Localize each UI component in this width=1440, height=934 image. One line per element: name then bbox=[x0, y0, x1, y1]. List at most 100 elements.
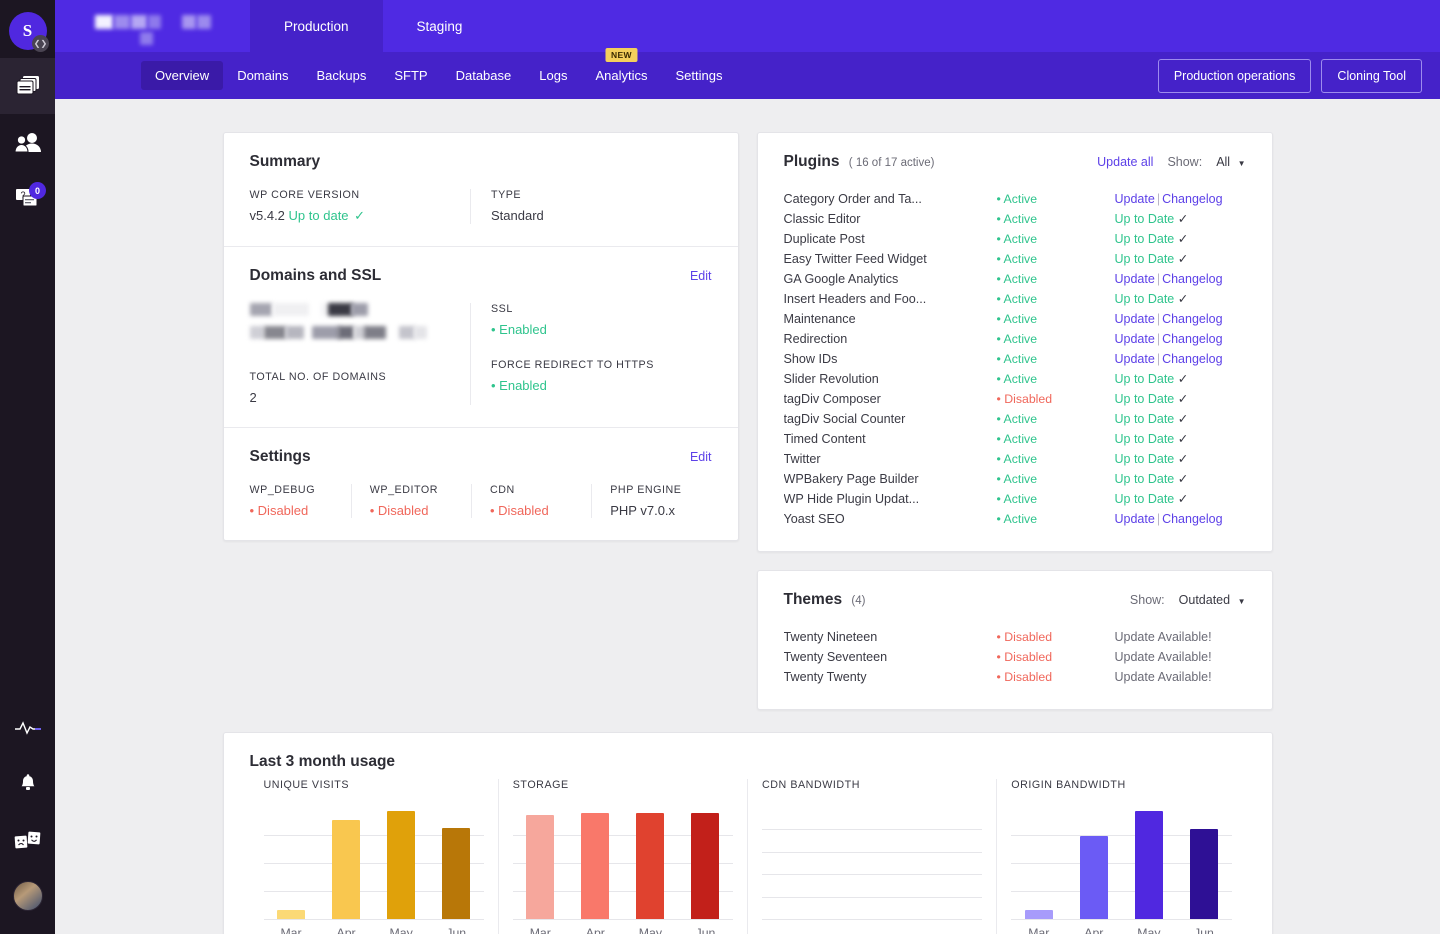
plugin-update-link[interactable]: Update bbox=[1115, 312, 1155, 326]
tab-backups[interactable]: Backups bbox=[302, 61, 380, 90]
plugin-name: Slider Revolution bbox=[783, 372, 879, 386]
plugins-show-dropdown[interactable]: All ▼ bbox=[1216, 155, 1245, 169]
plugin-action[interactable]: Update | Changelog bbox=[1115, 311, 1246, 327]
chart-title: ORIGIN BANDWIDTH bbox=[1011, 779, 1126, 791]
themes-count: (4) bbox=[851, 595, 866, 607]
theme-update-available[interactable]: Update Available! bbox=[1115, 649, 1246, 665]
plugins-list: Category Order and Ta...ActiveUpdate|Cha… bbox=[784, 189, 1246, 529]
gridline bbox=[512, 919, 733, 920]
plugin-action[interactable]: Up to Date ✓ bbox=[1115, 391, 1246, 407]
sidebar-item-users[interactable] bbox=[0, 114, 55, 170]
theme-name: Twenty Nineteen bbox=[783, 630, 878, 644]
plugin-changelog-link[interactable]: Changelog bbox=[1162, 312, 1222, 326]
tab-overview[interactable]: Overview bbox=[141, 61, 224, 90]
plugin-action[interactable]: Up to Date ✓ bbox=[1115, 451, 1246, 467]
chart-bar bbox=[387, 811, 416, 919]
chart-bars bbox=[513, 807, 733, 919]
sidebar-item-help[interactable]: ? 0 bbox=[0, 170, 55, 226]
plugin-update-link[interactable]: Update bbox=[1115, 352, 1155, 366]
domains-edit-link[interactable]: Edit bbox=[690, 269, 712, 283]
chart-bar-cell bbox=[1066, 807, 1121, 919]
chart-x-label: Mar bbox=[529, 926, 551, 934]
wp-debug-block: WP_DEBUG Disabled bbox=[250, 484, 351, 518]
plugin-action[interactable]: Update | Changelog bbox=[1115, 351, 1246, 367]
plugin-action[interactable]: Up to Date ✓ bbox=[1115, 211, 1246, 227]
plugin-action[interactable]: Up to Date ✓ bbox=[1115, 251, 1246, 267]
sidebar-item-sites[interactable] bbox=[0, 58, 55, 114]
plugin-name: Timed Content bbox=[783, 432, 866, 446]
plugins-show-label: Show: bbox=[1167, 155, 1203, 169]
users-icon bbox=[14, 133, 41, 152]
sidebar-item-notifications[interactable] bbox=[0, 756, 55, 812]
code-icon[interactable]: ❮❯ bbox=[32, 35, 49, 52]
sidebar-item-status[interactable] bbox=[0, 700, 55, 756]
sidebar-item-feedback[interactable] bbox=[0, 812, 55, 868]
plugin-row: tagDiv Composer DisabledUp to Date ✓ bbox=[784, 389, 1246, 409]
cloning-tool-button[interactable]: Cloning Tool bbox=[1321, 58, 1422, 93]
plugin-action[interactable]: Up to Date ✓ bbox=[1115, 411, 1246, 427]
summary-section: Summary WP CORE VERSION v5.4.2 Up to dat… bbox=[224, 133, 738, 246]
plugin-update-link[interactable]: Update bbox=[1115, 332, 1155, 346]
sites-icon bbox=[16, 76, 39, 95]
tab-database[interactable]: Database bbox=[442, 61, 526, 90]
type-block: TYPE Standard bbox=[470, 189, 712, 224]
plugin-changelog-link[interactable]: Changelog bbox=[1162, 512, 1222, 526]
plugin-action[interactable]: Update | Changelog bbox=[1115, 331, 1246, 347]
plugin-update-link[interactable]: Update bbox=[1115, 192, 1155, 206]
usage-header: Last 3 month usage bbox=[224, 733, 1272, 775]
plugin-action[interactable]: Update | Changelog bbox=[1115, 511, 1246, 527]
env-tab-staging[interactable]: Staging bbox=[383, 0, 497, 52]
plugin-name: WP Hide Plugin Updat... bbox=[783, 492, 920, 506]
themes-show-dropdown[interactable]: Outdated ▼ bbox=[1179, 593, 1246, 607]
plugin-action[interactable]: Up to Date ✓ bbox=[1115, 371, 1246, 387]
tab-analytics[interactable]: NEW Analytics bbox=[581, 48, 661, 90]
tab-domains[interactable]: Domains bbox=[223, 61, 302, 90]
tab-logs[interactable]: Logs bbox=[525, 61, 581, 90]
plugin-action[interactable]: Update | Changelog bbox=[1115, 191, 1246, 207]
production-operations-button[interactable]: Production operations bbox=[1157, 58, 1312, 93]
check-icon: ✓ bbox=[354, 208, 366, 223]
plugin-action[interactable]: Up to Date ✓ bbox=[1115, 491, 1246, 507]
plugin-changelog-link[interactable]: Changelog bbox=[1162, 272, 1222, 286]
tab-settings[interactable]: Settings bbox=[661, 61, 736, 90]
update-all-link[interactable]: Update all bbox=[1097, 155, 1153, 169]
usage-chart: UNIQUE VISITS Mar Apr May Jun bbox=[250, 779, 498, 934]
check-icon: ✓ bbox=[1174, 452, 1189, 466]
app-logo[interactable]: S ❮❯ bbox=[0, 3, 55, 58]
plugin-action[interactable]: Up to Date ✓ bbox=[1115, 231, 1246, 247]
themes-title: Themes (4) bbox=[784, 591, 866, 609]
settings-title: Settings bbox=[249, 448, 311, 465]
plugin-update-link[interactable]: Update bbox=[1115, 512, 1155, 526]
chart-x-label: Apr bbox=[336, 926, 356, 934]
plugin-action[interactable]: Update | Changelog bbox=[1115, 271, 1246, 287]
plugin-changelog-link[interactable]: Changelog bbox=[1162, 332, 1222, 346]
plugin-name: Maintenance bbox=[783, 312, 856, 326]
plugin-update-link[interactable]: Update bbox=[1115, 272, 1155, 286]
tab-sftp[interactable]: SFTP bbox=[380, 61, 441, 90]
settings-edit-link[interactable]: Edit bbox=[690, 450, 712, 464]
chart-title: UNIQUE VISITS bbox=[263, 779, 350, 791]
plugin-action[interactable]: Up to Date ✓ bbox=[1115, 291, 1246, 307]
chevron-down-icon: ▼ bbox=[1237, 597, 1246, 606]
sidebar-item-account[interactable] bbox=[0, 868, 55, 924]
plugins-controls: Update all Show: All ▼ bbox=[1097, 155, 1245, 169]
theme-update-available[interactable]: Update Available! bbox=[1115, 669, 1246, 685]
ssl-label: SSL bbox=[491, 303, 513, 315]
plugin-row: WP Hide Plugin Updat... ActiveUp to Date … bbox=[784, 489, 1246, 509]
plugins-header: Plugins ( 16 of 17 active) Update all Sh… bbox=[784, 153, 1246, 171]
themes-header: Themes (4) Show: Outdated ▼ bbox=[784, 591, 1246, 609]
usage-chart: CDN BANDWIDTH bbox=[747, 779, 996, 934]
plugin-action[interactable]: Up to Date ✓ bbox=[1115, 431, 1246, 447]
plugin-status: Active bbox=[997, 371, 1115, 387]
chart-x-label: Apr bbox=[585, 926, 605, 934]
themes-controls: Show: Outdated ▼ bbox=[1130, 593, 1246, 607]
theme-status: Disabled bbox=[997, 649, 1115, 665]
plugin-action[interactable]: Up to Date ✓ bbox=[1115, 471, 1246, 487]
plugin-changelog-link[interactable]: Changelog bbox=[1162, 192, 1222, 206]
env-tab-production[interactable]: Production bbox=[250, 0, 383, 52]
chart-bar-cell bbox=[678, 807, 733, 919]
site-name-blur bbox=[93, 11, 223, 45]
plugin-changelog-link[interactable]: Changelog bbox=[1162, 352, 1222, 366]
theme-update-available[interactable]: Update Available! bbox=[1115, 629, 1246, 645]
theme-row: Twenty Seventeen DisabledUpdate Available… bbox=[784, 647, 1246, 667]
